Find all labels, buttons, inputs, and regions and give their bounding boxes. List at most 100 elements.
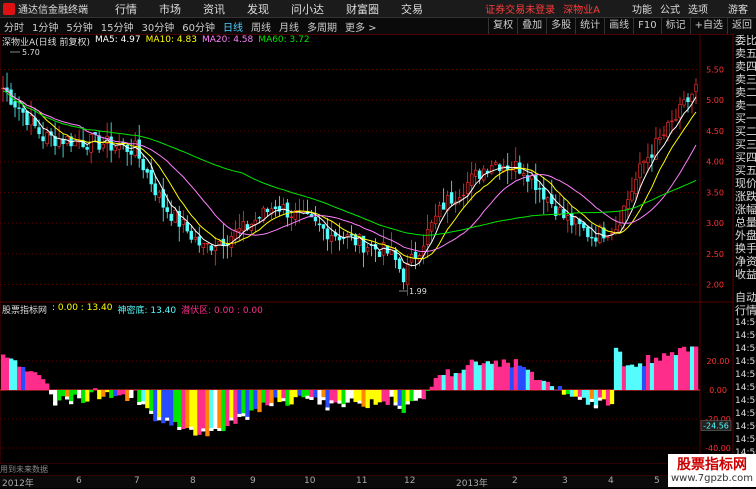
indicator-bar <box>673 355 679 390</box>
btn-draw[interactable]: 画线 <box>604 18 633 34</box>
month-label: 4 <box>608 476 614 486</box>
indicator-bar-tip <box>305 395 310 399</box>
candle-body <box>606 236 610 238</box>
side-label: 买四 <box>735 151 756 164</box>
indicator-bar <box>345 390 350 403</box>
indicator-v2: 神密底: 13.40 <box>117 306 177 316</box>
btn-multi-stock[interactable]: 多股 <box>546 18 575 34</box>
month-label: 12 <box>404 476 416 486</box>
indicator-bar <box>425 390 430 391</box>
btn-adjust[interactable]: 复权 <box>488 18 517 34</box>
month-label: 2 <box>512 476 518 486</box>
side-label: 买五 <box>735 164 756 177</box>
btn-overlay[interactable]: 叠加 <box>517 18 546 34</box>
menu-ask[interactable]: 问小达 <box>280 1 335 17</box>
indicator-bar <box>57 390 62 401</box>
month-label: 2012年 <box>2 479 34 489</box>
menu-function[interactable]: 功能 <box>632 1 652 16</box>
title-bar: 通达信金融终端 行情 市场 资讯 发现 问小达 财富圈 交易 证券交易未登录 深… <box>0 0 756 18</box>
tab-30min[interactable]: 30分钟 <box>137 19 178 34</box>
menu-discover[interactable]: 发现 <box>236 1 280 17</box>
candle-body <box>37 127 41 135</box>
menu-news[interactable]: 资讯 <box>192 1 236 17</box>
indicator-bar <box>621 366 627 390</box>
indicator-bar-tip <box>141 401 146 405</box>
indicator-bar-tip <box>217 428 222 432</box>
btn-back[interactable]: 返回 <box>727 18 756 34</box>
indicator-bar <box>457 373 462 390</box>
indicator-bar <box>537 379 543 390</box>
indicator-bar <box>21 366 26 390</box>
btn-stats[interactable]: 统计 <box>575 18 604 34</box>
watermark-title: 股票指标网 <box>677 456 747 473</box>
stock-title: 深物业A <box>563 5 600 16</box>
candle-body <box>494 162 498 165</box>
month-label: 8 <box>190 476 196 486</box>
indicator-bar <box>409 390 414 402</box>
menu-market[interactable]: 市场 <box>148 1 192 17</box>
indicator-bar-tip <box>357 400 362 404</box>
login-warning[interactable]: 证券交易未登录 <box>485 1 555 16</box>
candle-body <box>477 170 482 179</box>
tab-weekly[interactable]: 周线 <box>247 19 275 34</box>
indicator-bar <box>517 365 523 390</box>
indicator-bar-tip <box>129 394 134 398</box>
tab-daily[interactable]: 日线 <box>219 19 247 34</box>
candle-body <box>389 247 394 255</box>
candle-body <box>674 119 678 121</box>
menu-quotes[interactable]: 行情 <box>104 1 148 17</box>
indicator-bar <box>173 390 178 423</box>
candle-body <box>25 110 29 126</box>
menu-formula[interactable]: 公式 <box>660 1 680 16</box>
price-tick-label: 2.50 <box>706 250 724 259</box>
indicator-bar <box>201 390 206 432</box>
btn-add-watch[interactable]: +自选 <box>689 18 727 34</box>
tab-1min[interactable]: 1分钟 <box>28 19 62 34</box>
low-annotation: 1.99 <box>409 287 427 296</box>
high-annotation: 5.70 <box>22 48 40 57</box>
tab-multi-period[interactable]: 多周期 <box>303 19 341 34</box>
candle-body <box>329 234 334 242</box>
main-legend: 深物业A(日线 前复权) MA5: 4.97 MA10: 4.83 MA20: … <box>2 35 310 48</box>
indicator-bar <box>241 390 246 417</box>
menu-options[interactable]: 选项 <box>688 1 708 16</box>
side-time: 14:50 <box>735 396 756 406</box>
month-label: 3 <box>562 476 568 486</box>
indicator-bar <box>73 390 78 395</box>
indicator-bar <box>105 390 110 393</box>
tab-60min[interactable]: 60分钟 <box>178 19 219 34</box>
tab-5min[interactable]: 5分钟 <box>62 19 96 34</box>
candle-body <box>265 208 270 213</box>
tab-timeshare[interactable]: 分时 <box>0 19 28 34</box>
indicator-bar <box>401 390 406 413</box>
candle-body <box>686 97 690 102</box>
indicator-bar-tip <box>241 413 246 417</box>
indicator-bar <box>313 390 318 398</box>
kline-chart[interactable]: 5.50 5.00 4.50 4.00 3.50 3.00 2.50 2.00 5.70 1.99… <box>0 34 733 464</box>
candle-body <box>626 199 630 209</box>
indicator-bar <box>265 390 270 406</box>
indicator-bar <box>429 386 434 390</box>
menu-wealth[interactable]: 财富圈 <box>335 1 390 17</box>
btn-mark[interactable]: 标记 <box>660 18 690 34</box>
indicator-bar-tip <box>325 407 330 411</box>
status-text: 用到未来数据 <box>0 465 48 474</box>
tab-more[interactable]: 更多 > <box>341 19 381 34</box>
menu-trade[interactable]: 交易 <box>390 1 434 17</box>
candle-body <box>29 115 33 126</box>
candle-body <box>638 163 642 178</box>
candle-body <box>149 170 153 185</box>
candle-body <box>153 183 157 196</box>
side-label: 委比 <box>735 34 756 47</box>
candle-body <box>101 143 105 149</box>
main-menu: 行情 市场 资讯 发现 问小达 财富圈 交易 <box>104 1 434 17</box>
indicator-bar <box>101 390 106 397</box>
tab-monthly[interactable]: 月线 <box>275 19 303 34</box>
candle-body <box>21 108 25 113</box>
btn-f10[interactable]: F10 <box>633 18 660 34</box>
tab-15min[interactable]: 15分钟 <box>97 19 138 34</box>
user-guest[interactable]: 游客 <box>728 1 748 16</box>
indicator-bar <box>93 388 98 390</box>
indicator-marker: -24.56 <box>703 422 729 431</box>
indicator-bar <box>509 367 515 390</box>
